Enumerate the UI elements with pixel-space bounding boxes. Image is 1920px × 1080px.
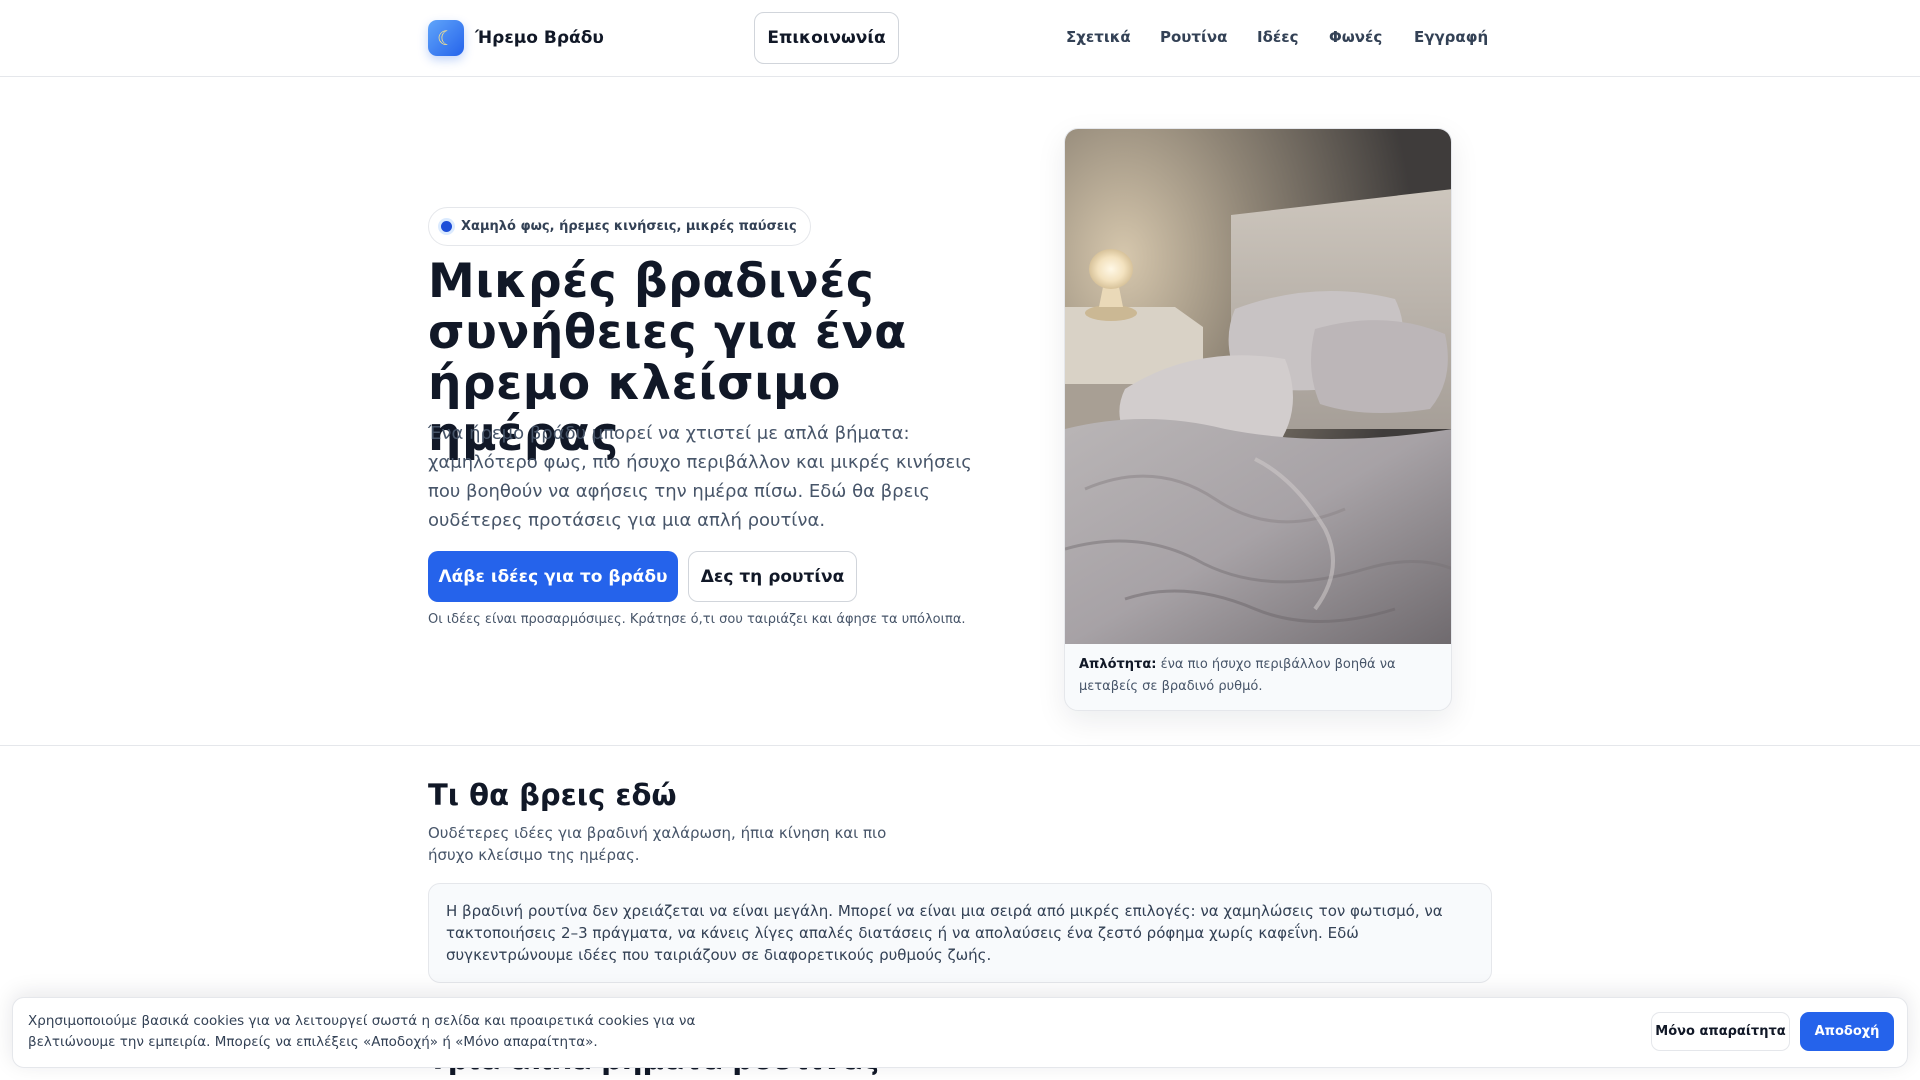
contact-button[interactable]: Επικοινωνία xyxy=(754,12,899,64)
section-divider xyxy=(0,745,1920,746)
moon-icon: ☾ xyxy=(428,20,464,56)
hero-badge: Χαμηλό φως, ήρεμες κινήσεις, μικρές παύσ… xyxy=(428,207,811,246)
see-routine-button[interactable]: Δες τη ρουτίνα xyxy=(688,551,857,602)
bedroom-photo xyxy=(1065,129,1451,644)
hero-badge-text: Χαμηλό φως, ήρεμες κινήσεις, μικρές παύσ… xyxy=(461,219,797,234)
nav-link-voices[interactable]: Φωνές xyxy=(1329,28,1382,50)
intro-box: Η βραδινή ρουτίνα δεν χρειάζεται να είνα… xyxy=(428,883,1492,983)
section-title: Τι θα βρεις εδώ xyxy=(428,778,677,812)
nav-link-routine[interactable]: Ρουτίνα xyxy=(1160,28,1227,50)
badge-dot-icon xyxy=(441,221,452,232)
site-header: ☾ Ήρεμο Βράδυ Επικοινωνία Σχετικά Ρουτίν… xyxy=(0,0,1920,77)
hero-note: Οι ιδέες είναι προσαρμόσιμες. Κράτησε ό,… xyxy=(428,612,966,627)
cookie-text: Χρησιμοποιούμε βασικά cookies για να λει… xyxy=(28,1013,696,1050)
cookie-banner: Χρησιμοποιούμε βασικά cookies για να λει… xyxy=(12,997,1908,1068)
brand-link[interactable]: ☾ Ήρεμο Βράδυ xyxy=(428,20,604,56)
nav-link-ideas[interactable]: Ιδέες xyxy=(1257,28,1298,50)
hero-lead: Ένα ήρεμο βράδυ μπορεί να χτιστεί με απλ… xyxy=(428,423,972,531)
image-caption: Απλότητα: ένα πιο ήσυχο περιβάλλον βοηθά… xyxy=(1079,654,1439,698)
section-subtitle: Ουδέτερες ιδέες για βραδινή χαλάρωση, ήπ… xyxy=(428,824,887,864)
hero-image-card: Απλότητα: ένα πιο ήσυχο περιβάλλον βοηθά… xyxy=(1064,128,1452,711)
nav-link-about[interactable]: Σχετικά xyxy=(1066,28,1131,50)
caption-label: Απλότητα: xyxy=(1079,657,1157,672)
brand-name: Ήρεμο Βράδυ xyxy=(475,28,604,48)
cookie-essential-button[interactable]: Μόνο απαραίτητα xyxy=(1651,1012,1790,1051)
get-ideas-button[interactable]: Λάβε ιδέες για το βράδυ xyxy=(428,551,678,602)
cookie-accept-button[interactable]: Αποδοχή xyxy=(1800,1012,1894,1051)
nav-link-signup[interactable]: Εγγραφή xyxy=(1414,28,1488,50)
